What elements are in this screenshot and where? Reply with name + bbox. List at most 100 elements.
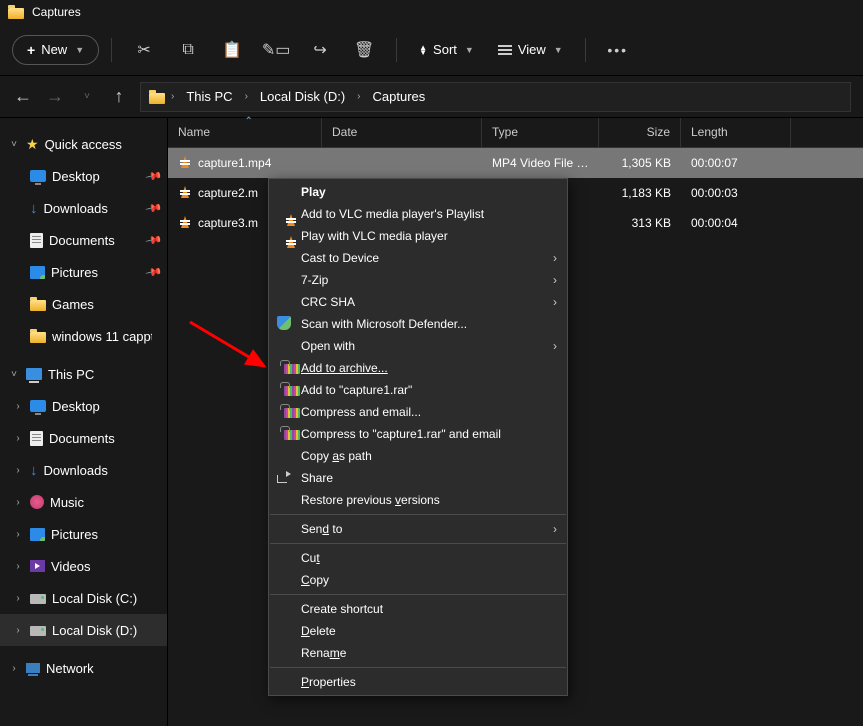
ctx-play-vlc[interactable]: Play with VLC media player: [269, 225, 567, 247]
sidebar-item-disk-c[interactable]: › Local Disk (C:): [0, 582, 167, 614]
ctx-label: Compress and email...: [301, 405, 421, 419]
ctx-play[interactable]: Play: [269, 181, 567, 203]
ctx-7zip[interactable]: 7-Zip ›: [269, 269, 567, 291]
column-name[interactable]: Name ⌃: [168, 118, 322, 147]
ctx-crc[interactable]: CRC SHA ›: [269, 291, 567, 313]
sidebar-item-downloads[interactable]: › ↓ Downloads: [0, 454, 167, 486]
file-row[interactable]: capture1.mp4 MP4 Video File (V... 1,305 …: [168, 148, 863, 178]
sidebar-item-music[interactable]: › Music: [0, 486, 167, 518]
ctx-label: Send to: [301, 522, 342, 536]
ctx-compress-email[interactable]: Compress and email...: [269, 401, 567, 423]
sidebar-item-label: Downloads: [44, 201, 108, 216]
ctx-add-rar[interactable]: Add to "capture1.rar": [269, 379, 567, 401]
sidebar-item-label: Desktop: [52, 399, 100, 414]
separator: [270, 594, 566, 595]
folder-icon: [30, 329, 46, 343]
ctx-restore[interactable]: Restore previous versions: [269, 489, 567, 511]
vlc-icon: [178, 186, 192, 200]
ctx-cast[interactable]: Cast to Device ›: [269, 247, 567, 269]
sidebar-quick-access[interactable]: ˅ ★ Quick access: [0, 128, 167, 160]
ctx-send-to[interactable]: Send to ›: [269, 518, 567, 540]
paste-icon[interactable]: 📋: [212, 40, 252, 60]
column-size[interactable]: Size: [599, 118, 681, 147]
column-date[interactable]: Date: [322, 118, 482, 147]
sidebar: ˅ ★ Quick access Desktop 📌 ↓ Downloads 📌…: [0, 118, 168, 726]
folder-icon: [30, 297, 46, 311]
sidebar-item-downloads[interactable]: ↓ Downloads 📌: [0, 192, 167, 224]
ctx-shortcut[interactable]: Create shortcut: [269, 598, 567, 620]
column-headers: Name ⌃ Date Type Size Length: [168, 118, 863, 148]
ctx-label: Add to "capture1.rar": [301, 383, 412, 397]
sidebar-network[interactable]: › Network: [0, 652, 167, 684]
ctx-delete[interactable]: Delete: [269, 620, 567, 642]
ctx-label: Open with: [301, 339, 355, 353]
share-icon[interactable]: ↪: [300, 40, 340, 60]
sidebar-this-pc[interactable]: ˅ This PC: [0, 358, 167, 390]
pin-icon: 📌: [145, 167, 164, 186]
video-icon: [30, 560, 45, 572]
addressbar: ← → ˅ ↑ › This PC › Local Disk (D:) › Ca…: [0, 76, 863, 118]
star-icon: ★: [26, 136, 39, 153]
sidebar-item-label: Downloads: [44, 463, 108, 478]
ctx-defender[interactable]: Scan with Microsoft Defender...: [269, 313, 567, 335]
sidebar-item-desktop[interactable]: › Desktop: [0, 390, 167, 422]
file-name: capture3.mkv: [198, 216, 258, 230]
crumb-captures[interactable]: Captures: [367, 87, 432, 106]
crumb-this-pc[interactable]: This PC: [180, 87, 238, 106]
forward-button[interactable]: →: [44, 86, 66, 107]
disk-icon: [30, 594, 46, 604]
sidebar-item-disk-d[interactable]: › Local Disk (D:): [0, 614, 167, 646]
up-button[interactable]: ↑: [108, 86, 130, 107]
ctx-label: Share: [301, 471, 333, 485]
ctx-label: Restore previous versions: [301, 493, 440, 507]
sidebar-item-desktop[interactable]: Desktop 📌: [0, 160, 167, 192]
ctx-add-archive[interactable]: Add to archive...: [269, 357, 567, 379]
sidebar-item-win11[interactable]: windows 11 capptures: [0, 320, 167, 352]
cut-icon[interactable]: ✂: [124, 40, 164, 60]
sidebar-item-label: Music: [50, 495, 84, 510]
ctx-label: Copy: [301, 573, 329, 587]
sidebar-item-documents[interactable]: › Documents: [0, 422, 167, 454]
ctx-properties[interactable]: Properties: [269, 671, 567, 693]
sidebar-item-label: Pictures: [51, 265, 98, 280]
ctx-compress-rar-email[interactable]: Compress to "capture1.rar" and email: [269, 423, 567, 445]
ctx-label: Compress to "capture1.rar" and email: [301, 427, 501, 441]
sidebar-item-documents[interactable]: Documents 📌: [0, 224, 167, 256]
ctx-add-playlist[interactable]: Add to VLC media player's Playlist: [269, 203, 567, 225]
picture-icon: [30, 266, 45, 279]
music-icon: [30, 495, 44, 509]
crumb-disk-d[interactable]: Local Disk (D:): [254, 87, 351, 106]
chevron-right-icon: ›: [12, 433, 24, 444]
sidebar-item-pictures[interactable]: Pictures 📌: [0, 256, 167, 288]
new-button[interactable]: + New ▼: [12, 35, 99, 65]
view-button[interactable]: View ▼: [488, 42, 573, 57]
sidebar-item-videos[interactable]: › Videos: [0, 550, 167, 582]
delete-icon[interactable]: 🗑: [344, 40, 384, 60]
sidebar-label: Network: [46, 661, 94, 676]
ctx-label: Add to archive...: [301, 361, 388, 375]
ctx-copy-path[interactable]: Copy as path: [269, 445, 567, 467]
column-length[interactable]: Length: [681, 118, 791, 147]
desktop-icon: [30, 170, 46, 182]
winrar-icon: [275, 426, 293, 443]
file-length: 00:00:03: [681, 186, 791, 200]
winrar-icon: [275, 360, 293, 377]
column-type[interactable]: Type: [482, 118, 599, 147]
breadcrumb[interactable]: › This PC › Local Disk (D:) › Captures: [140, 82, 851, 112]
sidebar-item-games[interactable]: Games: [0, 288, 167, 320]
sort-button[interactable]: ▲▼ Sort ▼: [409, 42, 484, 57]
up-chevron-icon[interactable]: ˅: [76, 91, 98, 102]
sidebar-item-pictures[interactable]: › Pictures: [0, 518, 167, 550]
back-button[interactable]: ←: [12, 86, 34, 107]
copy-icon[interactable]: ⧉: [168, 41, 208, 59]
ctx-copy[interactable]: Copy: [269, 569, 567, 591]
chevron-right-icon: ›: [357, 91, 360, 102]
rename-icon[interactable]: ✎▭: [256, 40, 296, 60]
ctx-rename[interactable]: Rename: [269, 642, 567, 664]
ctx-cut[interactable]: Cut: [269, 547, 567, 569]
more-button[interactable]: •••: [598, 42, 638, 58]
ctx-share[interactable]: Share: [269, 467, 567, 489]
view-icon: [498, 45, 512, 55]
separator: [270, 667, 566, 668]
ctx-open-with[interactable]: Open with ›: [269, 335, 567, 357]
